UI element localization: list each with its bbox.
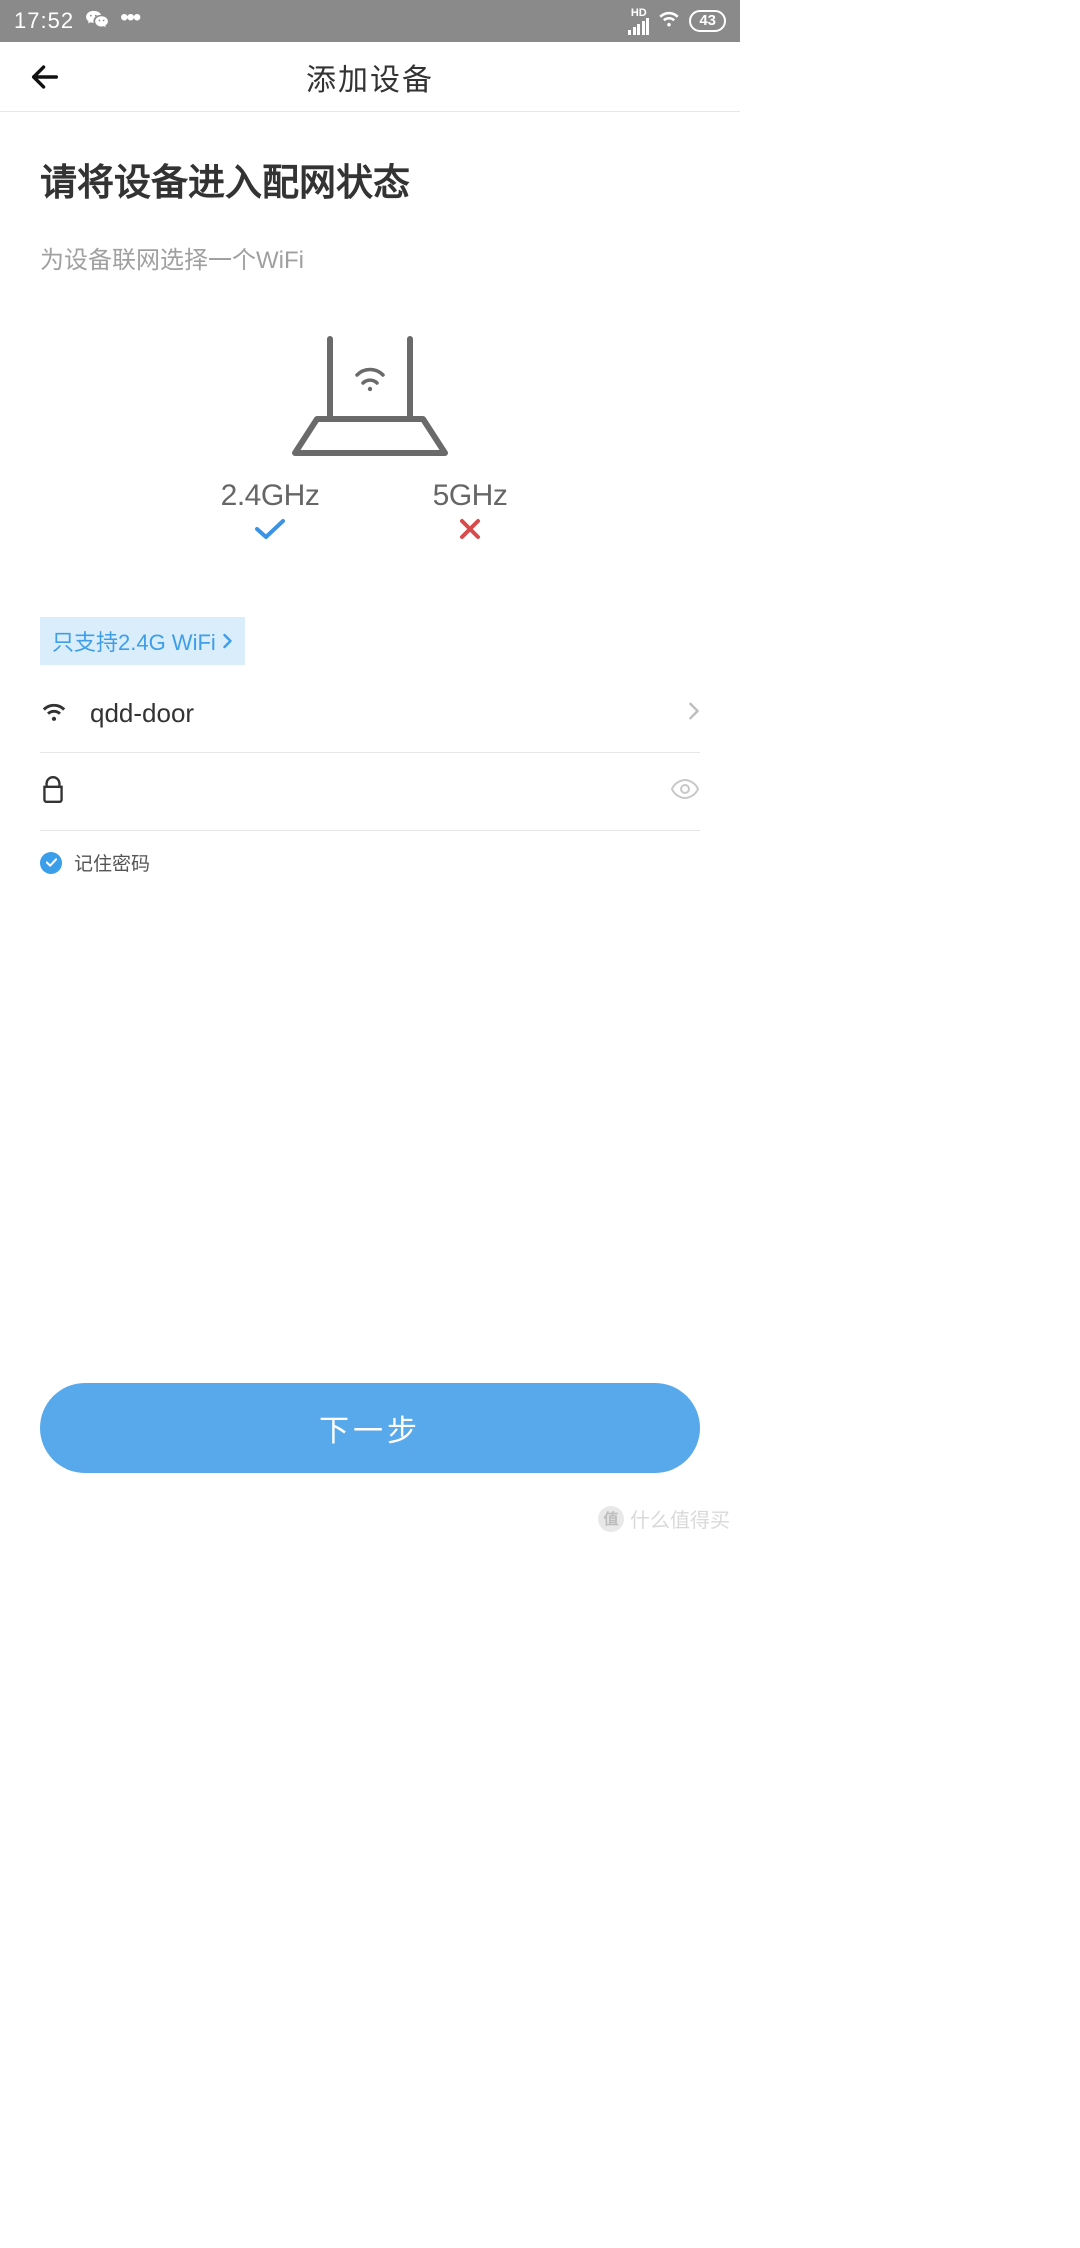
freq-5-label: 5GHz <box>400 479 540 513</box>
arrow-left-icon <box>28 60 62 94</box>
sub-heading: 为设备联网选择一个WiFi <box>40 240 700 275</box>
selected-wifi-name: qdd-door <box>90 698 666 729</box>
wifi-select-row[interactable]: qdd-door <box>40 675 700 753</box>
toggle-password-visibility[interactable] <box>670 778 700 805</box>
signal-bars-icon <box>628 19 649 35</box>
checkmark-icon <box>45 857 58 868</box>
password-input[interactable] <box>88 776 648 807</box>
app-header: 添加设备 <box>0 42 740 112</box>
back-button[interactable] <box>28 60 62 99</box>
wifi-icon <box>40 699 68 728</box>
main-heading: 请将设备进入配网状态 <box>40 152 700 206</box>
password-row <box>40 753 700 831</box>
support-24g-chip[interactable]: 只支持2.4G WiFi <box>40 617 245 665</box>
check-icon <box>252 515 288 543</box>
frequency-row: 2.4GHz 5GHz <box>40 479 700 543</box>
battery-indicator: 43 <box>689 10 726 32</box>
freq-5ghz: 5GHz <box>400 479 540 543</box>
cross-icon <box>456 515 484 543</box>
router-illustration <box>40 331 700 461</box>
page-title: 添加设备 <box>0 55 740 99</box>
chevron-right-icon <box>222 633 233 649</box>
next-button-label: 下一步 <box>319 1406 421 1450</box>
hd-indicator: HD <box>631 8 647 19</box>
wechat-icon <box>86 9 108 34</box>
lock-icon <box>40 774 66 809</box>
remember-password-row[interactable]: 记住密码 <box>40 849 700 876</box>
next-step-button[interactable]: 下一步 <box>40 1383 700 1473</box>
watermark-text: 什么值得买 <box>630 1504 730 1533</box>
eye-icon <box>670 778 700 800</box>
freq-24ghz: 2.4GHz <box>200 479 340 543</box>
freq-24-label: 2.4GHz <box>200 479 340 513</box>
remember-label: 记住密码 <box>74 849 150 876</box>
remember-checkbox[interactable] <box>40 852 62 874</box>
status-time: 17:52 <box>14 8 74 34</box>
status-bar: 17:52 ••• HD 43 <box>0 0 740 42</box>
more-dots-icon: ••• <box>120 6 139 30</box>
wifi-status-icon <box>657 8 681 34</box>
support-chip-label: 只支持2.4G WiFi <box>52 625 216 657</box>
chevron-right-icon <box>688 701 700 726</box>
watermark: 值 什么值得买 <box>598 1504 730 1533</box>
watermark-badge: 值 <box>598 1506 624 1532</box>
